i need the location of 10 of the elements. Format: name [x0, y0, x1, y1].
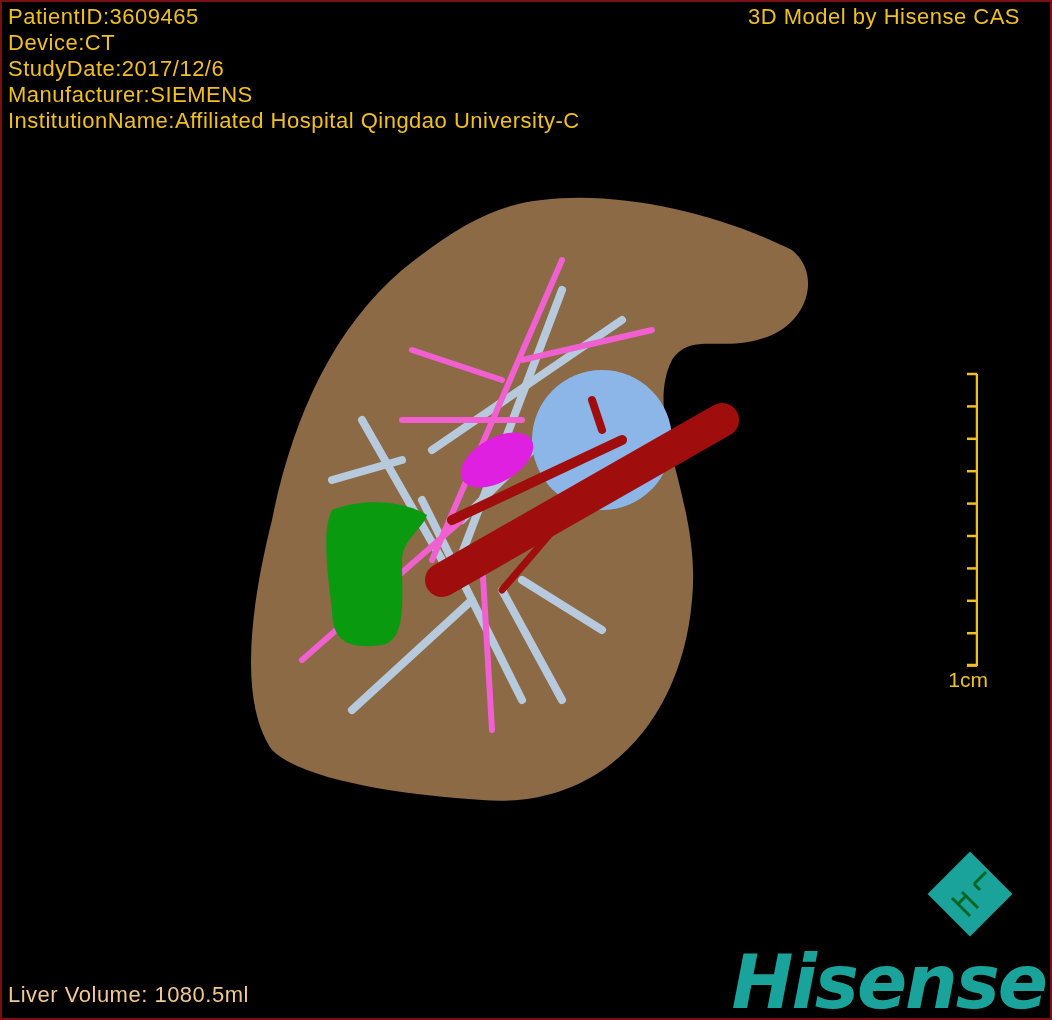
logo-wordmark: Hisense: [731, 946, 1047, 1018]
scale-label: 1cm: [948, 668, 988, 692]
scale-bar-icon: [966, 372, 978, 668]
credit-text: 3D Model by Hisense CAS: [748, 4, 1021, 31]
dicom-info-text: InstitutionName:Affiliated Hospital Qingdao University-C: [8, 108, 580, 134]
liver-volume-text: Liver Volume: 1080.5ml: [8, 982, 249, 1009]
dicom-info-text: PatientID:3609465: [8, 4, 200, 30]
dicom-info-text: Manufacturer:SIEMENS: [8, 82, 254, 108]
dicom-info-text: Device:CT: [8, 30, 117, 56]
dicom-info-text: StudyDate:2017/12/6: [8, 56, 226, 82]
